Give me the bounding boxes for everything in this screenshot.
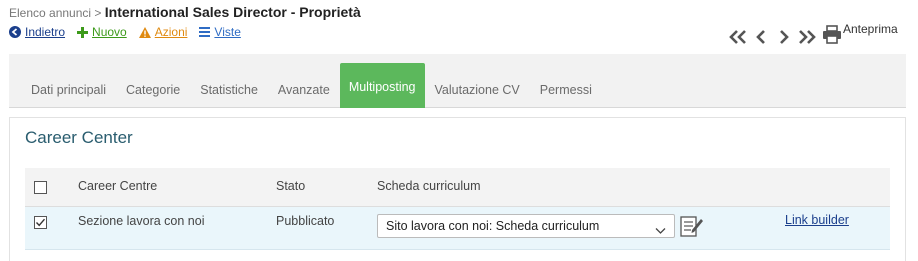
scheda-curriculum-select[interactable]: Sito lavora con noi: Scheda curriculum bbox=[377, 214, 675, 238]
views-label: Viste bbox=[214, 25, 241, 39]
column-header-career-centre: Career Centre bbox=[78, 179, 158, 193]
action-bar: Indietro Nuovo Azioni Viste bbox=[9, 25, 253, 39]
tab-valutazione-cv[interactable]: Valutazione CV bbox=[425, 63, 530, 108]
scheda-curriculum-selected-value: Sito lavora con noi: Scheda curriculum bbox=[386, 219, 600, 233]
career-center-panel: Career Center Career Centre Stato Scheda… bbox=[9, 117, 906, 261]
tab-dati-principali[interactable]: Dati principali bbox=[21, 63, 116, 108]
new-button[interactable]: Nuovo bbox=[77, 25, 127, 39]
preview-button[interactable]: Anteprima bbox=[822, 22, 898, 49]
panel-title: Career Center bbox=[25, 128, 133, 147]
link-builder-link[interactable]: Link builder bbox=[785, 213, 849, 227]
tab-bar: Dati principali Categorie Statistiche Av… bbox=[9, 54, 906, 108]
table-header: Career Centre Stato Scheda curriculum bbox=[25, 168, 890, 207]
tab-categorie[interactable]: Categorie bbox=[116, 63, 190, 108]
select-all-checkbox[interactable] bbox=[34, 181, 47, 194]
last-record-icon[interactable] bbox=[797, 27, 817, 47]
warning-icon bbox=[138, 26, 151, 38]
tab-multiposting[interactable]: Multiposting bbox=[339, 63, 425, 108]
chevron-down-icon bbox=[655, 220, 666, 242]
views-button[interactable]: Viste bbox=[199, 25, 241, 39]
actions-label: Azioni bbox=[154, 25, 188, 39]
list-icon bbox=[199, 27, 211, 37]
back-button[interactable]: Indietro bbox=[9, 25, 65, 39]
first-record-icon[interactable] bbox=[728, 27, 748, 47]
back-label: Indietro bbox=[25, 25, 66, 39]
plus-icon bbox=[77, 26, 89, 38]
previous-record-icon[interactable] bbox=[751, 27, 771, 47]
edit-form-icon[interactable] bbox=[678, 213, 704, 239]
table-row: Sezione lavora con noi Pubblicato Sito l… bbox=[25, 207, 890, 250]
career-centre-name: Sezione lavora con noi bbox=[78, 214, 205, 228]
tab-permessi[interactable]: Permessi bbox=[530, 63, 602, 108]
page-title: International Sales Director - Proprietà bbox=[104, 4, 361, 20]
next-record-icon[interactable] bbox=[774, 27, 794, 47]
breadcrumb-separator: > bbox=[94, 6, 102, 20]
tab-statistiche[interactable]: Statistiche bbox=[190, 63, 268, 108]
printer-icon bbox=[822, 24, 842, 49]
breadcrumb: Elenco annunci > International Sales Dir… bbox=[9, 4, 361, 20]
row-checkbox[interactable] bbox=[34, 216, 47, 229]
column-header-stato: Stato bbox=[276, 179, 306, 193]
arrow-left-circle-icon bbox=[9, 26, 21, 38]
preview-label: Anteprima bbox=[843, 22, 898, 36]
column-header-scheda-curriculum: Scheda curriculum bbox=[377, 179, 481, 193]
breadcrumb-parent-link[interactable]: Elenco annunci bbox=[9, 6, 91, 20]
actions-button[interactable]: Azioni bbox=[138, 25, 188, 39]
status-text: Pubblicato bbox=[276, 214, 335, 228]
tab-avanzate[interactable]: Avanzate bbox=[268, 63, 340, 108]
new-label: Nuovo bbox=[92, 25, 127, 39]
record-pager: Anteprima bbox=[728, 22, 898, 49]
